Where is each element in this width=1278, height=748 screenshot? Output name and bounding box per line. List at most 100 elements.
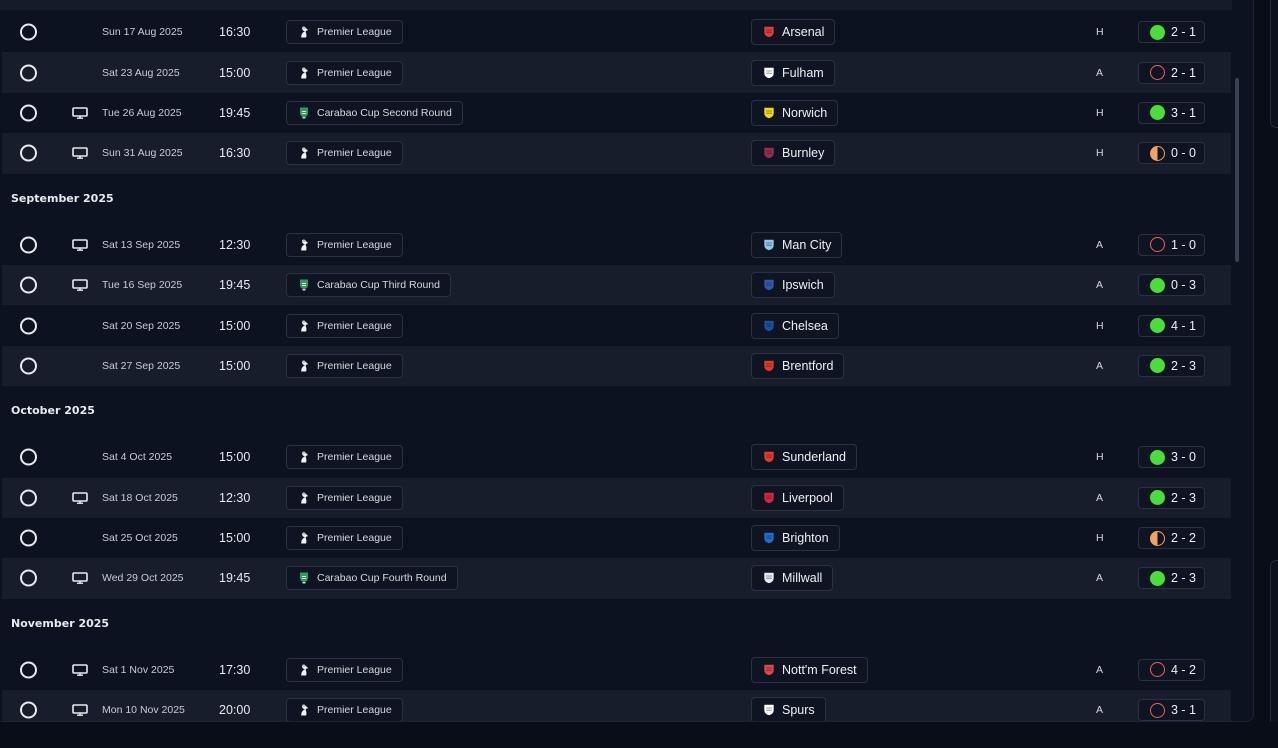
- opponent-name: Man City: [782, 237, 832, 252]
- competition-badge[interactable]: Premier League: [286, 232, 403, 257]
- competition-badge[interactable]: Carabao Cup Third Round: [286, 273, 451, 298]
- fixture-row[interactable]: Tue 16 Sep 2025 19:45 Carabao Cup Third …: [2, 264, 1231, 306]
- competition-name: Premier League: [317, 359, 392, 372]
- fixture-row[interactable]: Sat 18 Oct 2025 12:30 Premier League Liv…: [2, 477, 1231, 518]
- opponent-badge[interactable]: Fulham: [751, 59, 835, 86]
- competition-badge[interactable]: Premier League: [286, 313, 403, 338]
- competition-badge[interactable]: Premier League: [286, 141, 403, 166]
- result-win-icon: [1150, 105, 1165, 121]
- competition-badge[interactable]: Carabao Cup Second Round: [286, 100, 463, 125]
- venue-indicator: A: [1096, 491, 1104, 504]
- opponent-badge[interactable]: Nott'm Forest: [751, 656, 868, 683]
- opponent-badge[interactable]: Liverpool: [751, 484, 844, 511]
- fixture-date: Tue 26 Aug 2025: [102, 106, 182, 119]
- premier-league-icon: [301, 26, 308, 38]
- fixture-row[interactable]: Sat 25 Oct 2025 15:00 Premier League Bri…: [2, 518, 1231, 558]
- kickoff-time: 19:45: [219, 105, 251, 120]
- match-score: 3 - 0: [1171, 450, 1197, 465]
- opponent-badge[interactable]: Arsenal: [751, 19, 836, 46]
- result-badge[interactable]: 1 - 0: [1138, 233, 1205, 256]
- fixture-row[interactable]: Tue 26 Aug 2025 19:45 Carabao Cup Second…: [2, 93, 1231, 133]
- opponent-badge[interactable]: Chelsea: [751, 312, 839, 339]
- opponent-badge[interactable]: Brighton: [751, 525, 840, 552]
- competition-badge[interactable]: Premier League: [286, 698, 403, 721]
- result-badge[interactable]: 2 - 3: [1138, 354, 1205, 377]
- fixture-date: Tue 16 Sep 2025: [102, 279, 183, 292]
- kickoff-time: 19:45: [219, 571, 251, 586]
- kickoff-time: 17:30: [219, 662, 251, 677]
- opponent-badge[interactable]: Sunderland: [751, 444, 857, 471]
- select-radio[interactable]: [20, 64, 37, 82]
- result-badge[interactable]: 2 - 2: [1138, 527, 1205, 550]
- result-draw-icon: [1150, 530, 1165, 546]
- result-badge[interactable]: 0 - 0: [1138, 142, 1205, 165]
- competition-name: Premier League: [317, 451, 392, 464]
- select-radio[interactable]: [20, 489, 37, 507]
- competition-badge[interactable]: Premier League: [286, 657, 403, 682]
- competition-name: Premier League: [317, 491, 392, 504]
- match-score: 2 - 1: [1171, 25, 1197, 40]
- opponent-badge[interactable]: Man City: [751, 231, 843, 258]
- result-loss-icon: [1150, 702, 1165, 718]
- opponent-badge[interactable]: Millwall: [751, 565, 834, 592]
- competition-badge[interactable]: Premier League: [286, 353, 403, 378]
- venue-indicator: H: [1096, 451, 1104, 464]
- scrollbar-thumb[interactable]: [1235, 78, 1239, 262]
- opponent-badge[interactable]: Burnley: [751, 140, 836, 167]
- result-badge[interactable]: 3 - 0: [1138, 446, 1205, 469]
- result-badge[interactable]: 3 - 1: [1138, 699, 1205, 721]
- venue-indicator: H: [1096, 106, 1104, 119]
- select-radio[interactable]: [20, 701, 37, 719]
- fixture-row[interactable]: Wed 29 Oct 2025 19:45 Carabao Cup Fourth…: [2, 558, 1231, 599]
- fixture-row[interactable]: Sun 31 Aug 2025 16:30 Premier League Bur…: [2, 133, 1231, 174]
- result-badge[interactable]: 2 - 3: [1138, 486, 1205, 509]
- opponent-name: Arsenal: [782, 25, 825, 40]
- opponent-badge[interactable]: Spurs: [751, 697, 826, 721]
- fixture-row[interactable]: Mon 10 Nov 2025 20:00 Premier League Spu…: [2, 690, 1231, 721]
- result-badge[interactable]: 2 - 3: [1138, 567, 1205, 590]
- opponent-name: Ipswich: [782, 278, 824, 293]
- select-radio[interactable]: [20, 661, 37, 679]
- select-radio[interactable]: [20, 144, 37, 162]
- select-radio[interactable]: [20, 448, 37, 466]
- fixture-date: Sat 18 Oct 2025: [102, 491, 178, 504]
- select-radio[interactable]: [20, 529, 37, 547]
- kickoff-time: 12:30: [219, 490, 251, 505]
- arsenal-crest-icon: [763, 26, 775, 39]
- result-badge[interactable]: 3 - 1: [1138, 101, 1205, 124]
- result-badge[interactable]: 2 - 1: [1138, 21, 1205, 44]
- result-badge[interactable]: 0 - 3: [1138, 274, 1205, 297]
- match-score: 2 - 1: [1171, 65, 1197, 80]
- result-badge[interactable]: 2 - 1: [1138, 61, 1205, 84]
- competition-badge[interactable]: Premier League: [286, 60, 403, 85]
- select-radio[interactable]: [20, 317, 37, 335]
- result-badge[interactable]: 4 - 2: [1138, 658, 1205, 681]
- competition-badge[interactable]: Premier League: [286, 485, 403, 510]
- fixture-row[interactable]: Sat 4 Oct 2025 15:00 Premier League Sund…: [2, 437, 1231, 477]
- select-radio[interactable]: [20, 104, 37, 122]
- select-radio[interactable]: [20, 357, 37, 375]
- result-badge[interactable]: 4 - 1: [1138, 314, 1205, 337]
- competition-name: Premier League: [317, 238, 392, 251]
- list-top-edge: [0, 0, 1232, 10]
- opponent-badge[interactable]: Ipswich: [751, 272, 835, 299]
- select-radio[interactable]: [20, 276, 37, 294]
- fixture-row[interactable]: Sat 13 Sep 2025 12:30 Premier League Man…: [2, 225, 1231, 265]
- fixture-row[interactable]: Sat 20 Sep 2025 15:00 Premier League Che…: [2, 305, 1231, 345]
- competition-badge[interactable]: Premier League: [286, 20, 403, 45]
- select-radio[interactable]: [20, 569, 37, 587]
- fixture-row[interactable]: Sat 23 Aug 2025 15:00 Premier League Ful…: [2, 52, 1231, 93]
- opponent-badge[interactable]: Brentford: [751, 352, 845, 379]
- man-city-crest-icon: [763, 238, 775, 251]
- competition-badge[interactable]: Premier League: [286, 445, 403, 470]
- fixture-row[interactable]: Sun 17 Aug 2025 16:30 Premier League Ars…: [2, 12, 1231, 52]
- opponent-badge[interactable]: Norwich: [751, 99, 839, 126]
- select-radio[interactable]: [20, 236, 37, 254]
- tv-icon: [72, 664, 88, 676]
- match-score: 2 - 2: [1171, 531, 1197, 546]
- fixture-row[interactable]: Sat 27 Sep 2025 15:00 Premier League Bre…: [2, 345, 1231, 387]
- competition-badge[interactable]: Carabao Cup Fourth Round: [286, 566, 458, 591]
- fixture-row[interactable]: Sat 1 Nov 2025 17:30 Premier League Nott…: [2, 650, 1231, 690]
- select-radio[interactable]: [20, 23, 37, 41]
- competition-badge[interactable]: Premier League: [286, 526, 403, 551]
